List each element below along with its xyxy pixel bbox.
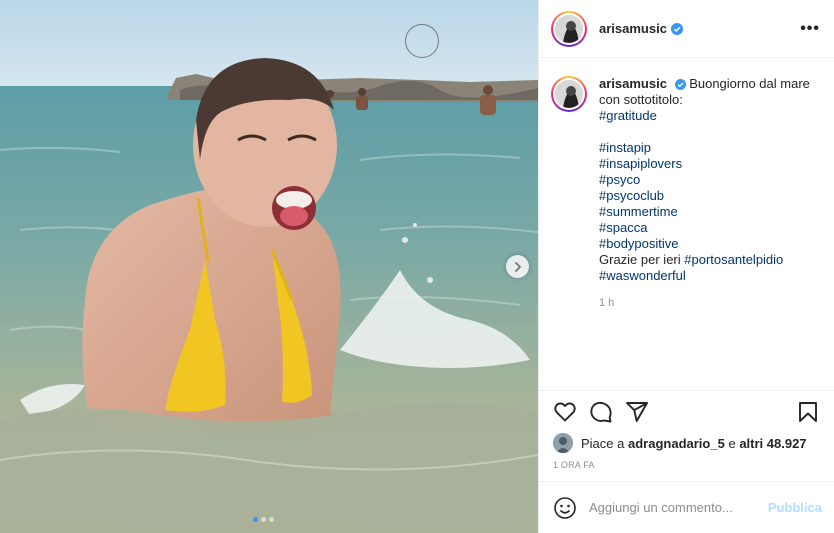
- add-comment-bar: Pubblica: [539, 481, 834, 533]
- comment-button[interactable]: [589, 400, 613, 424]
- chevron-right-icon: [514, 261, 521, 272]
- caption-username[interactable]: arisamusic: [599, 76, 667, 91]
- hashtag-link[interactable]: #waswonderful: [599, 268, 820, 284]
- caption-avatar[interactable]: [551, 76, 587, 112]
- more-options-button[interactable]: •••: [800, 20, 820, 36]
- carousel-dot-active: [253, 517, 258, 522]
- post-modal: arisamusic ••• arisamusic Buongiorno dal…: [0, 0, 834, 533]
- hashtag-link[interactable]: #summertime: [599, 204, 820, 220]
- user-tags-indicator[interactable]: [405, 24, 439, 58]
- carousel-dot: [269, 517, 274, 522]
- hashtag-link[interactable]: #psycoclub: [599, 188, 820, 204]
- hashtag-link[interactable]: #portosantelpidio: [684, 252, 783, 267]
- emoji-icon[interactable]: [553, 496, 577, 520]
- likes-prefix: Piace a: [581, 435, 625, 451]
- hashtag-link[interactable]: #gratitude: [599, 108, 820, 124]
- hashtag-link[interactable]: #bodypositive: [599, 236, 820, 252]
- caption-area: arisamusic Buongiorno dal mare con sotto…: [539, 58, 834, 390]
- likes-middle: e: [728, 435, 736, 451]
- post-sidebar: arisamusic ••• arisamusic Buongiorno dal…: [538, 0, 834, 533]
- hashtag-link[interactable]: #psyco: [599, 172, 820, 188]
- header-username[interactable]: arisamusic: [599, 21, 667, 36]
- caption-thanks: Grazie per ieri: [599, 252, 681, 267]
- share-icon: [626, 401, 648, 422]
- likes-count-link[interactable]: altri 48.927: [739, 436, 806, 451]
- action-bar: [539, 390, 834, 432]
- hashtag-link[interactable]: #instapip: [599, 140, 820, 156]
- carousel-dot: [261, 517, 266, 522]
- verified-icon: [674, 79, 686, 90]
- liker-avatar[interactable]: [553, 433, 573, 453]
- liker-avatar-image: [553, 433, 573, 453]
- likes-summary: Piace a adragnadario_5 e altri 48.927: [539, 432, 834, 454]
- post-photo[interactable]: [0, 0, 538, 533]
- verified-icon: [670, 22, 683, 35]
- post-header: arisamusic •••: [539, 0, 834, 58]
- publish-button[interactable]: Pubblica: [768, 500, 822, 515]
- hashtag-link[interactable]: #insapiplovers: [599, 156, 820, 172]
- beach-photo-image: [0, 0, 538, 533]
- carousel-dots: [253, 517, 274, 522]
- share-button[interactable]: [625, 400, 649, 424]
- hashtag-link[interactable]: #spacca: [599, 220, 820, 236]
- avatar-image: [555, 14, 583, 43]
- bookmark-icon: [799, 401, 817, 422]
- heart-icon: [554, 402, 576, 421]
- caption-text: arisamusic Buongiorno dal mare con sotto…: [599, 76, 820, 390]
- like-button[interactable]: [553, 400, 577, 424]
- caption-timestamp[interactable]: 1 h: [599, 295, 820, 311]
- comment-input[interactable]: [589, 500, 768, 515]
- post-timestamp[interactable]: 1 ORA FA: [539, 454, 834, 481]
- save-button[interactable]: [796, 400, 820, 424]
- next-photo-button[interactable]: [506, 255, 529, 278]
- avatar-image: [555, 80, 583, 108]
- comment-icon: [590, 401, 612, 422]
- likes-user-link[interactable]: adragnadario_5: [628, 436, 725, 451]
- avatar[interactable]: [551, 10, 587, 47]
